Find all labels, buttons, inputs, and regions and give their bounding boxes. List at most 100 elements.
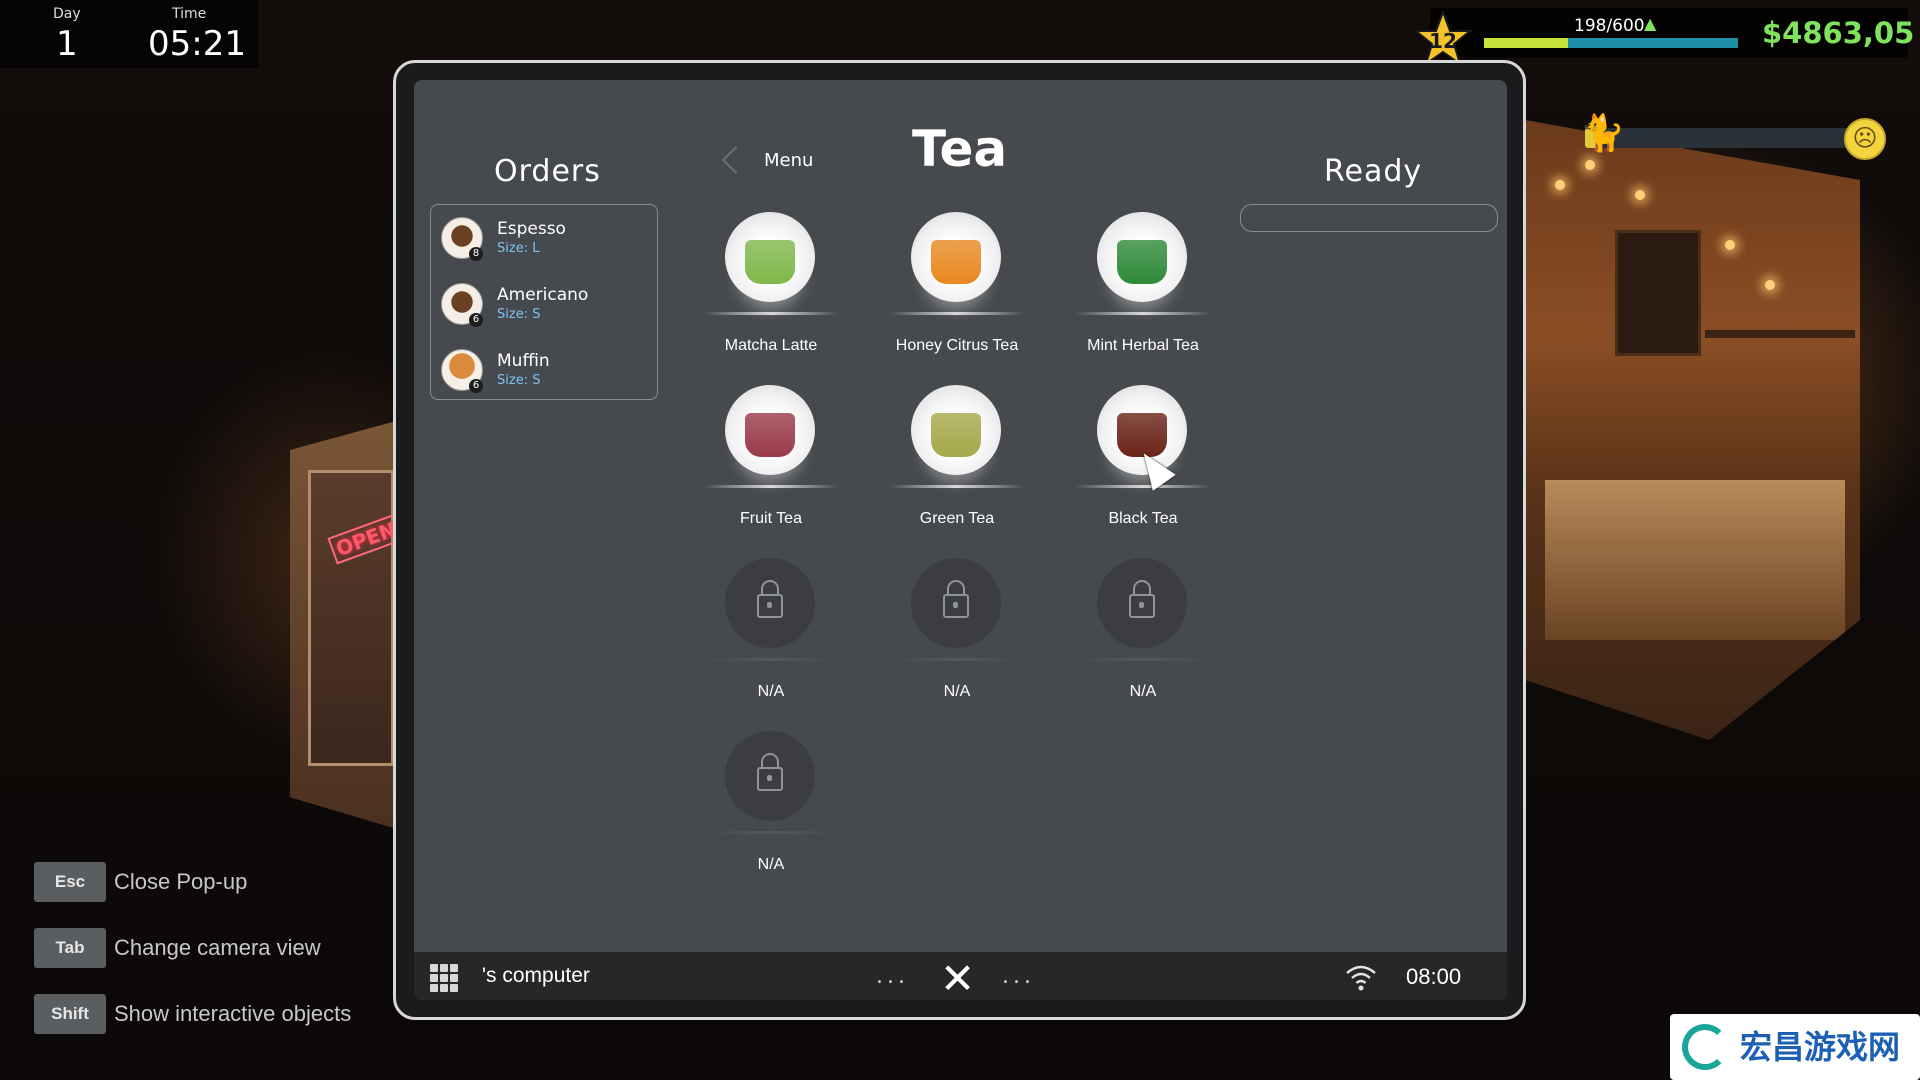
item-shelf <box>889 485 1025 488</box>
order-size: Size: S <box>497 373 541 388</box>
watermark-text: 宏昌游戏网 <box>1740 1028 1901 1066</box>
item-name: N/A <box>1129 683 1157 700</box>
customer-mood-bar <box>1585 128 1883 148</box>
computer-owner-label: 's computer <box>482 964 590 987</box>
drink-liquid <box>1117 413 1167 457</box>
order-size: Size: L <box>497 241 540 256</box>
lock-icon <box>943 580 969 620</box>
order-item[interactable]: 6 Americano Size: S <box>441 277 651 333</box>
cat-icon: 🐈 <box>1580 113 1625 154</box>
level-number: 12 <box>1429 29 1457 53</box>
string-light <box>1585 160 1595 170</box>
lock-icon <box>757 753 783 793</box>
hint-text: Show interactive objects <box>114 1001 352 1026</box>
item-name: N/A <box>943 683 971 700</box>
cafe-counter <box>1545 480 1845 640</box>
string-light <box>1725 240 1735 250</box>
string-light <box>1635 190 1645 200</box>
order-name: Espesso <box>497 219 566 239</box>
fruit-tea-icon <box>725 385 815 475</box>
menu-item-mint-herbal-tea[interactable]: Mint Herbal Tea <box>1073 212 1213 362</box>
order-count: 8 <box>469 247 483 261</box>
menu-item-locked: N/A <box>1073 558 1213 708</box>
site-watermark: 宏昌游戏网 <box>1670 1014 1920 1080</box>
item-name: N/A <box>757 856 785 873</box>
string-light <box>1765 280 1775 290</box>
watermark-logo-icon <box>1682 1024 1728 1070</box>
item-shelf <box>889 312 1025 315</box>
item-name: Matcha Latte <box>724 337 818 354</box>
menu-item-locked: N/A <box>887 558 1027 708</box>
hint-text: Close Pop-up <box>114 869 248 894</box>
dots-right: ... <box>1002 964 1035 989</box>
dots-left: ... <box>876 964 909 989</box>
order-item[interactable]: 6 Muffin Size: S <box>441 343 651 399</box>
key-shift[interactable]: Shift <box>34 994 106 1034</box>
key-esc[interactable]: Esc <box>34 862 106 902</box>
lock-icon <box>1129 580 1155 620</box>
item-shelf <box>703 658 839 661</box>
menu-item-locked: N/A <box>701 558 841 708</box>
item-name: Honey Citrus Tea <box>895 337 1019 354</box>
menu-board <box>1615 230 1701 356</box>
item-shelf <box>889 658 1025 661</box>
matcha-latte-icon <box>725 212 815 302</box>
locked-slot <box>725 731 815 821</box>
hint-shift: Shift Show interactive objects <box>34 994 351 1034</box>
item-shelf <box>703 312 839 315</box>
day-label: Day <box>53 6 81 22</box>
menu-item-honey-citrus-tea[interactable]: Honey Citrus Tea <box>887 212 1027 362</box>
xp-up-arrow-icon: ▲ <box>1644 14 1657 33</box>
menu-item-matcha-latte[interactable]: Matcha Latte <box>701 212 841 362</box>
menu-item-locked: N/A <box>701 731 841 881</box>
sad-face-icon: ☹ <box>1844 118 1886 160</box>
order-name: Americano <box>497 285 589 305</box>
string-light <box>1555 180 1565 190</box>
item-shelf <box>1075 485 1211 488</box>
wifi-icon <box>1346 965 1376 991</box>
item-name: Fruit Tea <box>740 510 802 527</box>
item-name: N/A <box>757 683 785 700</box>
cafe-entrance-wall: OPEN <box>290 420 400 830</box>
xp-bar-fill <box>1484 38 1568 48</box>
cafe-door <box>308 470 394 766</box>
item-shelf <box>1075 658 1211 661</box>
ready-title: Ready <box>1324 154 1423 189</box>
drink-liquid <box>1117 240 1167 284</box>
orders-list: 8 Espesso Size: L 6 Americano Size: S 6 … <box>430 204 658 400</box>
drink-liquid <box>931 413 981 457</box>
xp-bar <box>1484 38 1738 48</box>
item-shelf <box>1075 312 1211 315</box>
locked-slot <box>725 558 815 648</box>
xp-text: 198/600 <box>1574 16 1645 36</box>
menu-item-green-tea[interactable]: Green Tea <box>887 385 1027 535</box>
money-balance: $4863,05 <box>1762 16 1915 50</box>
drink-liquid <box>931 240 981 284</box>
taskbar-clock: 08:00 <box>1406 964 1462 989</box>
menu-item-fruit-tea[interactable]: Fruit Tea <box>701 385 841 535</box>
locked-slot <box>911 558 1001 648</box>
tablet-screen: Orders 8 Espesso Size: L 6 Americano Siz… <box>414 80 1507 1000</box>
day-value: 1 <box>56 24 78 64</box>
item-name: Mint Herbal Tea <box>1087 337 1199 354</box>
green-tea-icon <box>911 385 1001 475</box>
item-shelf <box>703 485 839 488</box>
locked-slot <box>1097 558 1187 648</box>
order-count: 6 <box>469 313 483 327</box>
day-time-panel: Day 1 Time 05:21 <box>0 0 258 68</box>
tablet-taskbar: 's computer ... ✕ ... 08:00 <box>414 952 1507 1003</box>
wall-shelf <box>1705 330 1855 338</box>
orders-title: Orders <box>494 154 601 189</box>
order-item[interactable]: 8 Espesso Size: L <box>441 211 651 267</box>
apps-grid-icon[interactable] <box>430 964 458 992</box>
back-to-menu-button[interactable]: Menu <box>716 140 836 180</box>
key-tab[interactable]: Tab <box>34 928 106 968</box>
hint-text: Change camera view <box>114 935 321 960</box>
drink-liquid <box>745 413 795 457</box>
hint-esc: Esc Close Pop-up <box>34 862 247 902</box>
order-name: Muffin <box>497 351 550 371</box>
item-name: Black Tea <box>1108 510 1178 527</box>
chevron-left-icon <box>721 145 751 175</box>
close-tablet-button[interactable]: ✕ <box>940 954 975 1003</box>
item-shelf <box>703 831 839 834</box>
